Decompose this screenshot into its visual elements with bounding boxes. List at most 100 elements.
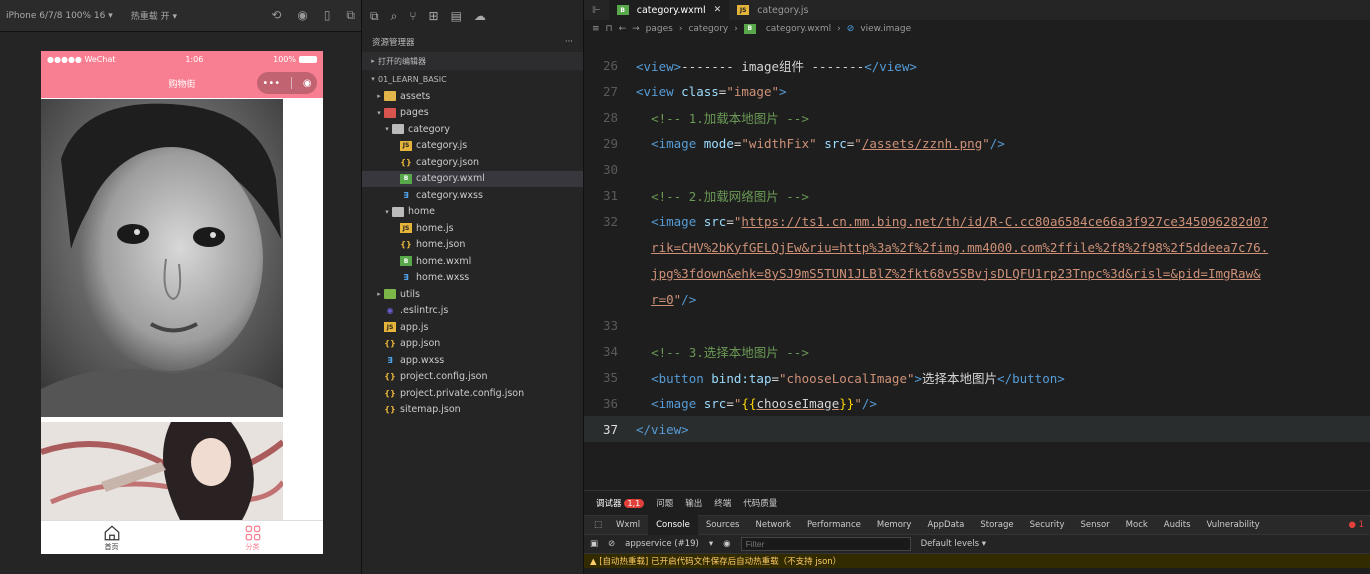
- code-area[interactable]: 26 <view>------- image组件 -------</view> 27…: [584, 52, 1370, 442]
- tab-category[interactable]: 分类: [182, 521, 323, 554]
- back-icon[interactable]: ←: [619, 24, 627, 34]
- forward-icon[interactable]: →: [632, 24, 640, 34]
- tab-home[interactable]: 首页: [41, 521, 182, 554]
- window-icon[interactable]: ⧉: [346, 8, 355, 23]
- tab-category-js[interactable]: JS category.js: [729, 0, 816, 20]
- code-line[interactable]: r=0"/>: [584, 286, 1370, 312]
- more-actions-icon[interactable]: ···: [565, 37, 573, 47]
- tree-item[interactable]: Bcategory.wxml: [362, 170, 583, 187]
- devtools-tab[interactable]: Network: [747, 515, 799, 535]
- device-select[interactable]: iPhone 6/7/8 100% 16 ▾: [6, 11, 113, 21]
- tree-item[interactable]: ▾ category: [362, 121, 583, 138]
- devtools-tab[interactable]: Sources: [698, 515, 748, 535]
- code-line[interactable]: 36 <image src="{{chooseImage}}"/>: [584, 390, 1370, 416]
- code-line[interactable]: 37 </view>: [584, 416, 1370, 442]
- breadcrumb-item[interactable]: view.image: [860, 24, 911, 34]
- tree-item[interactable]: ∃ category.wxss: [362, 187, 583, 204]
- devtools-tab[interactable]: Console: [648, 515, 698, 535]
- code-line[interactable]: 27 <view class="image">: [584, 78, 1370, 104]
- menu-icon[interactable]: ≡: [592, 24, 600, 34]
- devtools-tab[interactable]: Mock: [1118, 515, 1156, 535]
- element-icon: ⊘: [846, 23, 855, 34]
- devtools-tab[interactable]: Audits: [1156, 515, 1199, 535]
- tree-item[interactable]: {} home.json: [362, 237, 583, 254]
- cloud-icon[interactable]: ☁: [474, 9, 486, 23]
- code-line[interactable]: 31 <!-- 2.加载网络图片 -->: [584, 182, 1370, 208]
- hot-reload-toggle[interactable]: 热重载 开 ▾: [131, 9, 177, 22]
- sidebar-toggle-icon[interactable]: ▣: [590, 539, 598, 549]
- code-line[interactable]: 33: [584, 312, 1370, 338]
- files-icon[interactable]: ⧉: [370, 9, 379, 24]
- devtools-tab[interactable]: Memory: [869, 515, 920, 535]
- panel-tab[interactable]: 问题: [656, 497, 673, 509]
- code-token: />: [989, 135, 1005, 151]
- context-select[interactable]: appservice (#19): [625, 539, 699, 549]
- network-image: [41, 422, 283, 522]
- error-count[interactable]: ● 1: [1348, 520, 1370, 530]
- code-line[interactable]: 29 <image mode="widthFix" src="/assets/z…: [584, 130, 1370, 156]
- devtools-tab[interactable]: Sensor: [1073, 515, 1118, 535]
- panel-tab[interactable]: 代码质量: [743, 497, 777, 509]
- tree-item[interactable]: ▸ utils: [362, 286, 583, 303]
- tree-item[interactable]: Bhome.wxml: [362, 253, 583, 270]
- code-line[interactable]: jpg%3fdown&ehk=8ySJ9mS5TUN1JLBlZ%2fkt68v…: [584, 260, 1370, 286]
- refresh-icon[interactable]: ⟲: [271, 8, 281, 23]
- clear-console-icon[interactable]: ⊘: [608, 539, 615, 549]
- source-control-icon[interactable]: ⑂: [409, 9, 416, 23]
- code-token: "widthFix": [741, 135, 817, 151]
- tree-item[interactable]: {} category.json: [362, 154, 583, 171]
- devtools-tab[interactable]: AppData: [919, 515, 972, 535]
- extensions-icon[interactable]: ⊞: [429, 9, 439, 23]
- breadcrumb-item[interactable]: category.wxml: [766, 24, 831, 34]
- tab-category-wxml[interactable]: B category.wxml ✕: [608, 0, 730, 20]
- panel-tab[interactable]: 终端: [714, 497, 731, 509]
- tree-item[interactable]: ▾ home: [362, 204, 583, 221]
- code-line[interactable]: rik=CHV%2bKyfGELQjEw&riu=http%3a%2f%2fim…: [584, 234, 1370, 260]
- chevron-down-icon[interactable]: ▾: [709, 539, 713, 549]
- panel-tab[interactable]: 输出: [685, 497, 702, 509]
- breadcrumb-item[interactable]: category: [688, 24, 728, 34]
- tree-item[interactable]: ∃ app.wxss: [362, 352, 583, 369]
- code-line[interactable]: 32 <image src="https://ts1.cn.mm.bing.ne…: [584, 208, 1370, 234]
- eye-icon[interactable]: ◉: [723, 539, 730, 549]
- close-mini-program-icon[interactable]: ◉: [303, 78, 312, 89]
- filter-input[interactable]: [740, 537, 911, 551]
- phone-icon[interactable]: ▯: [324, 8, 331, 23]
- tree-item[interactable]: {} project.private.config.json: [362, 385, 583, 402]
- code-line[interactable]: 30: [584, 156, 1370, 182]
- levels-select[interactable]: Default levels ▾: [921, 539, 986, 549]
- code-line[interactable]: 26 <view>------- image组件 -------</view>: [584, 52, 1370, 78]
- code-line[interactable]: 28 <!-- 1.加载本地图片 -->: [584, 104, 1370, 130]
- record-icon[interactable]: ◉: [297, 8, 307, 23]
- tree-item[interactable]: ∃ home.wxss: [362, 270, 583, 287]
- tree-item[interactable]: {} project.config.json: [362, 369, 583, 386]
- tree-item[interactable]: {} sitemap.json: [362, 402, 583, 419]
- code-line[interactable]: 35 <button bind:tap="chooseLocalImage">选…: [584, 364, 1370, 390]
- breadcrumb-item[interactable]: pages: [646, 24, 673, 34]
- tree-item[interactable]: JS app.js: [362, 319, 583, 336]
- phone-screen: ●●●●● WeChat 1:06 100% 购物街 ••• ◉ 首页 分类: [41, 51, 323, 554]
- close-icon[interactable]: ✕: [714, 5, 722, 15]
- panel-tab[interactable]: 调试器 1,1: [596, 497, 645, 509]
- split-icon[interactable]: ⊩: [592, 0, 601, 20]
- open-editors-section[interactable]: ▸ 打开的编辑器: [362, 52, 583, 70]
- tree-item[interactable]: JS home.js: [362, 220, 583, 237]
- inspect-icon[interactable]: ⬚: [588, 520, 608, 530]
- tree-item[interactable]: ▸ assets: [362, 88, 583, 105]
- layout-icon[interactable]: ▤: [451, 9, 462, 23]
- json-file-icon: {}: [384, 405, 396, 415]
- devtools-tab[interactable]: Security: [1022, 515, 1073, 535]
- tree-item[interactable]: {} app.json: [362, 336, 583, 353]
- code-line[interactable]: 34 <!-- 3.选择本地图片 -->: [584, 338, 1370, 364]
- more-icon[interactable]: •••: [262, 78, 280, 89]
- tree-item[interactable]: ◉ .eslintrc.js: [362, 303, 583, 320]
- tree-item[interactable]: ▾ pages: [362, 105, 583, 122]
- devtools-tab[interactable]: Storage: [972, 515, 1021, 535]
- project-section[interactable]: ▾ 01_LEARN_BASIC: [362, 70, 583, 88]
- devtools-tab[interactable]: Wxml: [608, 515, 648, 535]
- devtools-tab[interactable]: Vulnerability: [1199, 515, 1268, 535]
- tree-item[interactable]: JS category.js: [362, 138, 583, 155]
- devtools-tab[interactable]: Performance: [799, 515, 869, 535]
- search-icon[interactable]: ⌕: [391, 9, 398, 24]
- bookmark-icon[interactable]: ⊓: [606, 24, 613, 34]
